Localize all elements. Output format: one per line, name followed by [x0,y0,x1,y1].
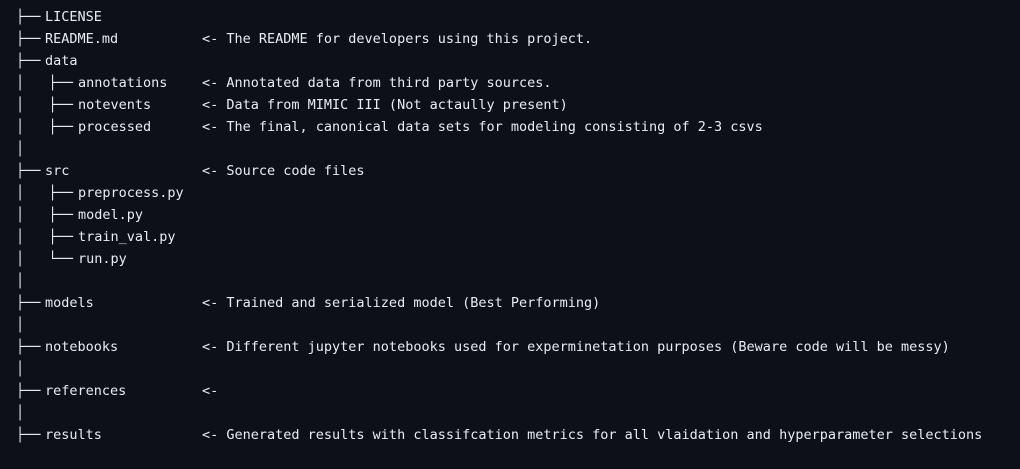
tree-entry-comment: <- The README for developers using this … [202,31,593,47]
tree-entry-name: README.md [45,31,119,47]
tree-branch-glyph: │ ├── [16,185,73,201]
tree-row: │ [0,358,1020,380]
tree-entry-name: LICENSE [45,9,102,25]
tree-branch-glyph: │ └── [16,251,73,267]
tree-entry-name: notebooks [45,339,119,355]
tree-branch-glyph: ├── [16,53,41,69]
tree-entry-comment: <- The final, canonical data sets for mo… [202,119,763,135]
tree-branch-glyph: ├── [16,383,41,399]
tree-entry-name: models [45,295,94,311]
tree-row: │ [0,270,1020,292]
tree-branch-glyph: │ ├── [16,75,73,91]
tree-entry-name: preprocess.py [78,185,184,201]
tree-entry-name: model.py [78,207,144,223]
tree-entry-comment: <- Different jupyter notebooks used for … [202,339,950,355]
tree-entry-comment: <- Annotated data from third party sourc… [202,75,552,91]
tree-branch-glyph: ├── [16,427,41,443]
tree-entry-name: results [45,427,102,443]
tree-branch-glyph: │ ├── [16,97,73,113]
tree-entry-name: data [45,53,78,69]
tree-row: ├── results <- Generated results with clas… [0,424,1020,446]
tree-row: ├── README.md <- The README for developers… [0,28,1020,50]
tree-branch-glyph: │ ├── [16,229,73,245]
tree-branch-glyph: │ ├── [16,207,73,223]
tree-entry-name: processed [78,119,152,135]
tree-entry-comment: <- Generated results with classifcation … [202,427,983,443]
tree-branch-glyph: │ [16,141,25,157]
tree-row: │ └── run.py [0,248,1020,270]
tree-row: │ [0,314,1020,336]
tree-entry-comment: <- Trained and serialized model (Best Pe… [202,295,601,311]
tree-entry-name: annotations [78,75,168,91]
tree-branch-glyph: │ [16,317,25,333]
tree-branch-glyph: ├── [16,9,41,25]
tree-branch-glyph: ├── [16,339,41,355]
tree-row: │ ├── preprocess.py [0,182,1020,204]
tree-row: ├── data [0,50,1020,72]
tree-entry-name: src [45,163,70,179]
tree-entry-name: notevents [78,97,152,113]
tree-row: ├── LICENSE [0,6,1020,28]
tree-row: │ [0,402,1020,424]
tree-branch-glyph: │ [16,361,25,377]
tree-entry-comment: <- Source code files [202,163,365,179]
tree-branch-glyph: │ ├── [16,119,73,135]
tree-row: ├── references <- [0,380,1020,402]
tree-entry-comment: <- Data from MIMIC III (Not actaully pre… [202,97,568,113]
tree-entry-name: run.py [78,251,127,267]
tree-branch-glyph: ├── [16,295,41,311]
tree-branch-glyph: │ [16,405,25,421]
tree-branch-glyph: ├── [16,163,41,179]
tree-row: ├── src <- Source code files [0,160,1020,182]
tree-row: │ [0,138,1020,160]
tree-branch-glyph: ├── [16,31,41,47]
directory-tree: ├── LICENSE ├── README.md <- The README for … [0,6,1020,446]
tree-row: │ ├── notevents <- Data from MIMIC III (No… [0,94,1020,116]
tree-row: ├── notebooks <- Different jupyter noteboo… [0,336,1020,358]
tree-entry-name: train_val.py [78,229,176,245]
tree-entry-name: references [45,383,127,399]
tree-row: ├── models <- Trained and serialized model… [0,292,1020,314]
tree-row: │ ├── train_val.py [0,226,1020,248]
tree-row: │ ├── annotations <- Annotated data from t… [0,72,1020,94]
tree-entry-comment: <- [202,383,219,399]
tree-branch-glyph: │ [16,273,25,289]
tree-row: │ ├── processed <- The final, canonical da… [0,116,1020,138]
tree-row: │ ├── model.py [0,204,1020,226]
